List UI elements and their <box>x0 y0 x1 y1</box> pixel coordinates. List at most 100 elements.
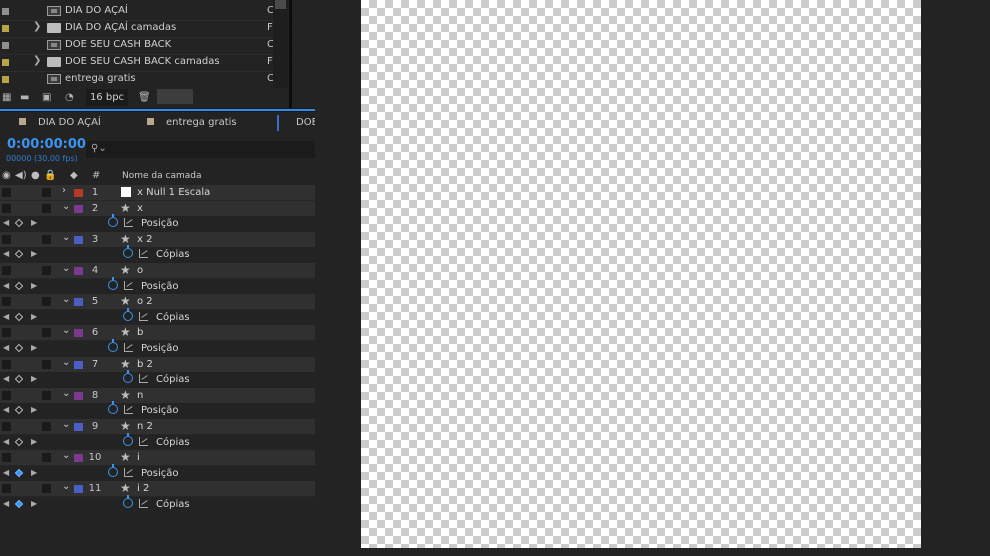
video-toggle[interactable] <box>2 328 11 338</box>
previous-keyframe-icon[interactable]: ◀ <box>3 437 9 446</box>
keyframe-toggle-icon[interactable] <box>14 250 24 259</box>
graph-editor-icon[interactable] <box>139 499 148 508</box>
previous-keyframe-icon[interactable]: ◀ <box>3 405 9 414</box>
tab-entrega-gratis[interactable]: entrega gratis <box>147 117 237 128</box>
bit-depth-button[interactable]: 16 bpc <box>86 89 128 106</box>
property-row[interactable]: ◀ ▶ Posição <box>0 214 315 232</box>
stopwatch-icon[interactable] <box>108 463 118 477</box>
layer-name[interactable]: n <box>137 390 143 401</box>
graph-editor-icon[interactable] <box>124 280 133 290</box>
layer-row[interactable]: ⌄ 5 ★ o 2 <box>0 294 315 311</box>
layer-label-color[interactable] <box>74 454 83 463</box>
solo-icon[interactable]: ● <box>31 170 40 181</box>
layer-label-color[interactable] <box>74 189 83 197</box>
video-toggle[interactable] <box>2 390 11 400</box>
layer-row[interactable]: ⌄ 7 ★ b 2 <box>0 356 315 373</box>
shy-toggle[interactable] <box>42 328 51 338</box>
property-row[interactable]: ◀ ▶ Cópias <box>0 307 315 325</box>
label-color-swatch[interactable] <box>2 42 9 49</box>
current-time-display[interactable]: 0:00:00:00 <box>7 137 86 152</box>
project-item[interactable]: ❯ DIA DO AÇAÍ camadas F <box>0 20 289 38</box>
keyframe-toggle-icon[interactable] <box>14 406 24 415</box>
chevron-down-icon[interactable]: ⌄ <box>62 263 70 274</box>
expand-arrow-icon[interactable]: ❯ <box>33 55 43 69</box>
stopwatch-icon[interactable] <box>108 401 118 415</box>
video-toggle[interactable] <box>2 297 11 307</box>
property-row[interactable]: ◀ ▶ Posição <box>0 276 315 294</box>
stopwatch-icon[interactable] <box>123 307 133 321</box>
layer-row[interactable]: ⌄ 3 ★ x 2 <box>0 231 315 248</box>
interpret-footage-icon[interactable]: ▦ <box>2 92 11 103</box>
next-keyframe-icon[interactable]: ▶ <box>31 249 37 258</box>
stopwatch-icon[interactable] <box>123 370 133 384</box>
shy-toggle[interactable] <box>42 234 51 244</box>
audio-icon[interactable]: ◀) <box>15 170 27 181</box>
property-row[interactable]: ◀ ▶ Cópias <box>0 245 315 263</box>
shy-toggle[interactable] <box>42 453 51 463</box>
layer-name[interactable]: o <box>137 265 143 276</box>
stopwatch-icon[interactable] <box>123 495 133 508</box>
keyframe-toggle-icon[interactable] <box>14 499 24 509</box>
project-color-swatch[interactable] <box>157 89 193 104</box>
lock-icon[interactable]: 🔒 <box>44 170 56 181</box>
next-keyframe-icon[interactable]: ▶ <box>31 405 37 414</box>
layer-label-color[interactable] <box>74 204 83 213</box>
layer-row[interactable]: ⌄ 10 ★ i <box>0 450 315 467</box>
layer-label-color[interactable] <box>74 235 83 244</box>
expand-arrow-icon[interactable] <box>33 4 43 18</box>
video-toggle[interactable] <box>2 203 11 213</box>
tab-doe-seu-cash-back[interactable]: DOE <box>296 117 315 128</box>
keyframe-toggle-icon[interactable] <box>14 374 24 384</box>
keyframe-toggle-icon[interactable] <box>14 437 24 446</box>
next-keyframe-icon[interactable]: ▶ <box>31 218 37 227</box>
project-item[interactable]: DOE SEU CASH BACK C <box>0 37 289 55</box>
graph-editor-icon[interactable] <box>124 405 133 415</box>
graph-editor-icon[interactable] <box>139 374 148 384</box>
keyframe-toggle-icon[interactable] <box>14 218 24 228</box>
stopwatch-icon[interactable] <box>108 339 118 352</box>
layer-label-color[interactable] <box>74 423 83 431</box>
shy-toggle[interactable] <box>42 203 51 213</box>
layer-row[interactable]: › 1 x Null 1 Escala <box>0 185 315 201</box>
next-keyframe-icon[interactable]: ▶ <box>31 499 37 508</box>
layer-name[interactable]: b <box>137 327 143 338</box>
previous-keyframe-icon[interactable]: ◀ <box>3 374 9 383</box>
property-row[interactable]: ◀ ▶ Posição <box>0 463 315 481</box>
label-color-swatch[interactable] <box>2 76 9 83</box>
project-item[interactable]: DIA DO AÇAÍ C <box>0 3 289 21</box>
stopwatch-icon[interactable] <box>123 432 133 446</box>
chevron-down-icon[interactable]: ⌄ <box>62 325 70 336</box>
video-toggle[interactable] <box>2 234 11 244</box>
property-row[interactable]: ◀ ▶ Cópias <box>0 432 315 450</box>
label-color-swatch[interactable] <box>2 8 9 15</box>
layer-label-color[interactable] <box>74 267 83 275</box>
previous-keyframe-icon[interactable]: ◀ <box>3 468 9 477</box>
chevron-down-icon[interactable]: ⌄ <box>62 388 70 399</box>
layer-name[interactable]: i 2 <box>137 483 149 494</box>
keyframe-toggle-icon[interactable] <box>14 281 24 290</box>
stopwatch-icon[interactable] <box>108 276 118 290</box>
shy-toggle[interactable] <box>42 422 51 431</box>
layer-label-color[interactable] <box>74 298 83 307</box>
new-composition-icon[interactable]: ▣ <box>42 92 51 103</box>
graph-editor-icon[interactable] <box>139 436 148 446</box>
shy-toggle[interactable] <box>42 390 51 400</box>
property-row[interactable]: ◀ ▶ Cópias <box>0 370 315 388</box>
next-keyframe-icon[interactable]: ▶ <box>31 343 37 352</box>
panel-divider[interactable] <box>289 0 292 110</box>
trash-icon[interactable]: 🗑 <box>138 92 151 103</box>
previous-keyframe-icon[interactable]: ◀ <box>3 312 9 321</box>
shy-toggle[interactable] <box>42 188 51 197</box>
label-color-swatch[interactable] <box>2 59 9 66</box>
next-keyframe-icon[interactable]: ▶ <box>31 468 37 477</box>
layer-name[interactable]: b 2 <box>137 359 153 370</box>
layer-row[interactable]: ⌄ 6 ★ b <box>0 325 315 342</box>
video-toggle[interactable] <box>2 422 11 431</box>
eye-icon[interactable]: ◉ <box>2 170 11 181</box>
layer-name-header[interactable]: Nome da camada <box>122 171 201 181</box>
layer-row[interactable]: ⌄ 9 ★ n 2 <box>0 419 315 435</box>
graph-editor-icon[interactable] <box>124 343 133 352</box>
layer-name[interactable]: n 2 <box>137 421 153 432</box>
graph-editor-icon[interactable] <box>124 218 133 228</box>
composition-viewer-canvas[interactable] <box>361 0 921 548</box>
